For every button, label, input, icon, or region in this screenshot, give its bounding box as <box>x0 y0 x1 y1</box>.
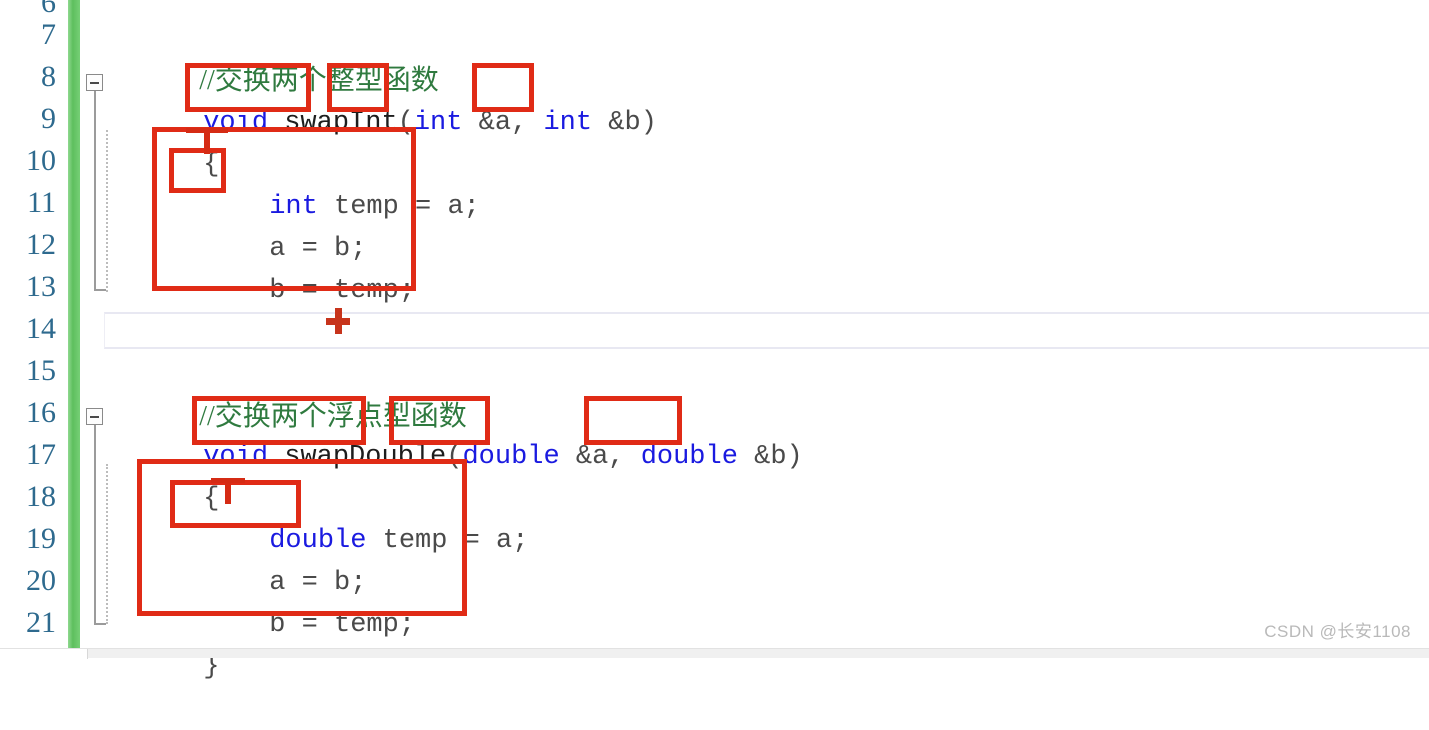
indent-guide-2 <box>106 464 108 624</box>
code-line-10[interactable]: int temp = a; <box>172 144 480 222</box>
horizontal-scrollbar[interactable] <box>0 648 1429 659</box>
fn-name-swap-double: swapDouble <box>284 442 447 472</box>
line-number: 9 <box>41 102 56 135</box>
code-line-15[interactable]: //交换两个浮点型函数 <box>102 354 467 432</box>
line-number: 20 <box>26 564 56 597</box>
fn-name-swap-int: swapInt <box>284 108 398 138</box>
line-number: 12 <box>26 228 56 261</box>
fold-region-line-1 <box>94 91 96 291</box>
line-number: 10 <box>26 144 56 177</box>
code-line-9[interactable]: { <box>106 102 219 180</box>
line-number: 18 <box>26 480 56 513</box>
code-line-19[interactable]: a = b; <box>172 520 366 598</box>
code-line-11[interactable]: a = b; <box>172 186 366 264</box>
line-number: 7 <box>41 18 56 51</box>
code-line-7[interactable]: //交换两个整型函数 <box>102 18 439 96</box>
code-line-18[interactable]: double temp = a; <box>172 478 528 556</box>
code-line-21[interactable]: } <box>106 604 219 682</box>
stmt-double-decl-tail: temp = a; <box>366 526 529 556</box>
line-number: 16 <box>26 396 56 429</box>
code-editor-viewport[interactable]: 6 7 8 9 10 11 12 13 14 15 16 17 18 19 20… <box>0 0 1429 682</box>
code-line-17[interactable]: { <box>106 436 219 514</box>
code-line-13[interactable]: } <box>106 270 219 348</box>
blank-line-strip-row <box>104 312 1429 349</box>
change-indicator-bar <box>68 0 80 648</box>
fold-region-line-2 <box>94 425 96 625</box>
code-line-16[interactable]: void swapDouble(double &a, double &b) <box>106 394 803 472</box>
line-number: 8 <box>41 60 56 93</box>
keyword-double-param-2: double <box>640 442 738 472</box>
stmt-assign-b-temp-1: b = temp; <box>269 276 416 306</box>
param-sep-double: &a, <box>559 442 641 472</box>
fold-minus-icon-line8[interactable] <box>86 74 103 91</box>
paren-open-double: ( <box>446 442 463 472</box>
line-number: 21 <box>26 606 56 639</box>
line-number-gutter: 6 7 8 9 10 11 12 13 14 15 16 17 18 19 20… <box>0 0 62 648</box>
paren-close-double: &b) <box>737 442 803 472</box>
fold-minus-icon-line16[interactable] <box>86 408 103 425</box>
line-number: 15 <box>26 354 56 387</box>
fold-region-foot-1 <box>94 289 106 291</box>
csdn-watermark: CSDN @长安1108 <box>1264 622 1411 641</box>
paren-open-int: ( <box>397 108 414 138</box>
fold-region-foot-2 <box>94 623 106 625</box>
keyword-double-param-1: double <box>462 442 560 472</box>
paren-close-int: &b) <box>592 108 657 138</box>
line-number: 14 <box>26 312 56 345</box>
stmt-assign-b-temp-2: b = temp; <box>269 610 416 640</box>
indent-guide-1 <box>106 130 108 292</box>
code-line-12[interactable]: b = temp; <box>172 228 415 306</box>
line-number: 17 <box>26 438 56 471</box>
line-number: 19 <box>26 522 56 555</box>
keyword-int-param-1: int <box>413 108 463 138</box>
line-number: 13 <box>26 270 56 303</box>
line-number: 11 <box>27 186 56 219</box>
param-sep-int: &a, <box>462 108 544 138</box>
line-number: 6 <box>41 0 56 19</box>
code-line-8[interactable]: void swapInt(int &a, int &b) <box>106 60 657 138</box>
keyword-int-param-2: int <box>543 108 593 138</box>
code-line-20[interactable]: b = temp; <box>172 562 415 640</box>
